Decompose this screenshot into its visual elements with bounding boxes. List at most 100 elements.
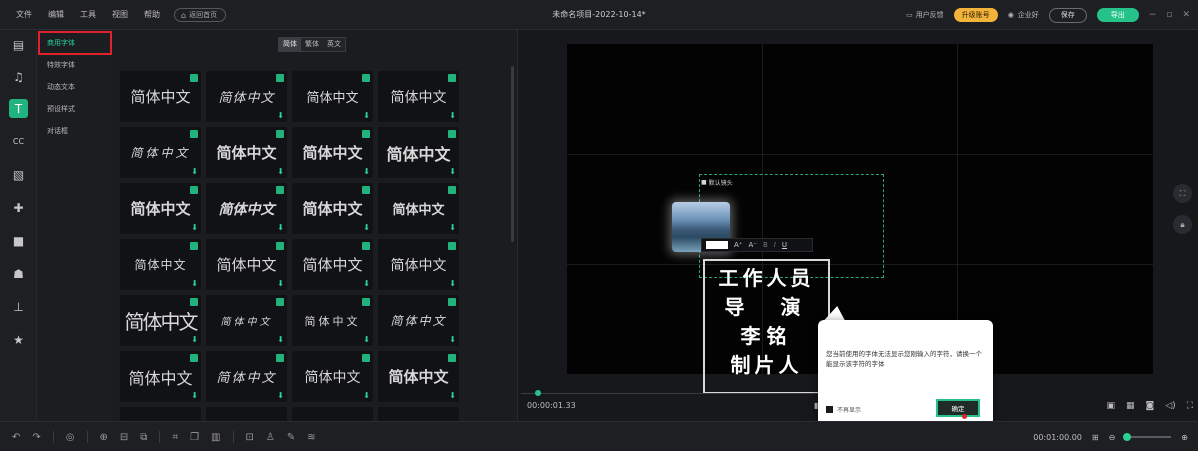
font-tile[interactable]: 简体中文 ⬇: [378, 239, 459, 290]
media-icon[interactable]: ▤: [9, 35, 28, 54]
copy-icon[interactable]: ❐: [190, 432, 199, 443]
camera-shot-icon[interactable]: ◙: [1146, 401, 1155, 411]
download-icon[interactable]: ⬇: [191, 336, 198, 344]
tab-english[interactable]: 英文: [323, 38, 345, 51]
tab-simplified[interactable]: 简体: [279, 38, 301, 51]
snapshot-icon[interactable]: ▣: [1106, 401, 1115, 411]
menu-edit[interactable]: 编辑: [40, 0, 72, 30]
export-button[interactable]: 导出: [1096, 8, 1139, 22]
font-tile[interactable]: 简体中文 ⬇: [206, 127, 287, 178]
download-icon[interactable]: ⬇: [449, 392, 456, 400]
feedback-button[interactable]: ▭ 用户反馈: [906, 10, 944, 20]
download-icon[interactable]: ⬇: [277, 112, 284, 120]
download-icon[interactable]: ⬇: [449, 280, 456, 288]
font-tile[interactable]: 简体中文 ⬇: [378, 351, 459, 402]
zoom-out-icon[interactable]: ⊖: [1109, 433, 1116, 442]
download-icon[interactable]: ⬇: [449, 224, 456, 232]
undo-icon[interactable]: ↶: [12, 432, 20, 443]
category-effect-fonts[interactable]: 特效字体: [47, 60, 75, 70]
font-tile[interactable]: 简体中文 ⬇: [120, 239, 201, 290]
tab-traditional[interactable]: 繁体: [301, 38, 323, 51]
italic-button[interactable]: I: [774, 241, 776, 249]
menu-file[interactable]: 文件: [8, 0, 40, 30]
back-home-button[interactable]: ⌂ 返回首页: [174, 8, 227, 22]
menu-help[interactable]: 帮助: [136, 0, 168, 30]
font-tile[interactable]: 简体中文 ⬇: [120, 351, 201, 402]
font-tile[interactable]: 简体中文 ⬇: [292, 351, 373, 402]
download-icon[interactable]: ⬇: [363, 336, 370, 344]
font-panel-scrollbar[interactable]: [511, 66, 514, 242]
folder-icon[interactable]: ■: [9, 231, 28, 250]
download-icon[interactable]: ⬇: [363, 392, 370, 400]
category-dialog-box[interactable]: 对话框: [47, 126, 68, 136]
download-icon[interactable]: ⬇: [191, 280, 198, 288]
menu-tools[interactable]: 工具: [72, 0, 104, 30]
download-icon[interactable]: ⬇: [277, 224, 284, 232]
text-color-swatch[interactable]: [706, 241, 728, 249]
crop-icon[interactable]: ⌗: [172, 432, 178, 443]
record-icon[interactable]: ⊡: [246, 432, 254, 443]
save-button[interactable]: 保存: [1048, 7, 1087, 23]
font-tile[interactable]: [120, 407, 201, 421]
font-tile[interactable]: [292, 407, 373, 421]
playhead-knob[interactable]: [535, 390, 541, 396]
music-icon[interactable]: ♫: [9, 67, 28, 86]
delete-icon[interactable]: ▥: [211, 432, 220, 443]
edit-icon[interactable]: ✎: [287, 432, 295, 443]
fit-screen-icon[interactable]: ⛶: [1173, 184, 1192, 203]
font-tile[interactable]: 简体中文 ⬇: [292, 127, 373, 178]
grid-icon[interactable]: ▦: [1126, 401, 1135, 411]
user-account[interactable]: ◉ 企业好: [1008, 10, 1039, 20]
font-tile[interactable]: 简体中文: [120, 71, 201, 122]
bold-button[interactable]: B: [763, 241, 768, 249]
subtitle-icon[interactable]: CC: [9, 132, 28, 151]
download-icon[interactable]: ⬇: [449, 336, 456, 344]
download-icon[interactable]: ⬇: [363, 168, 370, 176]
plugin-icon[interactable]: ✚: [9, 198, 28, 217]
font-tile[interactable]: 简体中文 ⬇: [378, 183, 459, 234]
font-size-up-button[interactable]: A⁺: [734, 241, 742, 249]
font-tile[interactable]: 简体中文 ⬇: [206, 239, 287, 290]
font-tile[interactable]: 简体中文 ⬇: [120, 127, 201, 178]
filter-icon[interactable]: ▧: [9, 165, 28, 184]
download-icon[interactable]: ⬇: [277, 168, 284, 176]
split-clip-icon[interactable]: ⊟: [120, 432, 128, 443]
font-tile[interactable]: 简体中文 ⬇: [292, 295, 373, 346]
download-icon[interactable]: ⬇: [449, 112, 456, 120]
layers-icon[interactable]: ≋: [307, 432, 315, 443]
target-icon[interactable]: ⊕: [100, 432, 108, 443]
person-icon[interactable]: ☗: [9, 264, 28, 283]
download-icon[interactable]: ⬇: [277, 336, 284, 344]
volume-icon[interactable]: ◁): [1165, 401, 1175, 411]
stamp-icon[interactable]: ♙: [266, 432, 275, 443]
download-icon[interactable]: ⬇: [449, 168, 456, 176]
download-icon[interactable]: ⬇: [191, 392, 198, 400]
lock-icon[interactable]: 🔒︎: [1173, 215, 1192, 234]
font-tile[interactable]: 简体中文 ⬇: [378, 127, 459, 178]
mirror-icon[interactable]: ⧉: [140, 432, 147, 443]
checkbox-box[interactable]: [826, 406, 833, 413]
split-icon[interactable]: ⊥: [9, 297, 28, 316]
download-icon[interactable]: ⬇: [363, 280, 370, 288]
ok-button[interactable]: 确定: [936, 399, 980, 417]
zoom-slider[interactable]: [1123, 433, 1172, 441]
font-tile[interactable]: 简体中文 ⬇: [120, 295, 201, 346]
download-icon[interactable]: ⬇: [277, 392, 284, 400]
font-tile[interactable]: 简体中文 ⬇: [206, 351, 287, 402]
underline-button[interactable]: U: [782, 241, 787, 249]
dont-show-again-checkbox[interactable]: 不再显示: [826, 405, 861, 414]
font-tile[interactable]: 简体中文 ⬇: [292, 239, 373, 290]
playback-progress[interactable]: [521, 393, 821, 394]
font-tile[interactable]: 简体中文 ⬇: [206, 183, 287, 234]
font-tile[interactable]: 简体中文 ⬇: [378, 295, 459, 346]
font-tile[interactable]: 简体中文 ⬇: [378, 71, 459, 122]
font-tile[interactable]: 简体中文 ⬇: [120, 183, 201, 234]
menu-view[interactable]: 视图: [104, 0, 136, 30]
minimize-icon[interactable]: −: [1149, 10, 1157, 20]
restore-icon[interactable]: ▫: [1166, 10, 1172, 20]
font-tile[interactable]: 简体中文 ⬇: [292, 71, 373, 122]
category-dynamic-text[interactable]: 动态文本: [47, 82, 75, 92]
zoom-knob[interactable]: [1123, 433, 1132, 441]
category-preset-styles[interactable]: 预设样式: [47, 104, 75, 114]
download-icon[interactable]: ⬇: [191, 168, 198, 176]
